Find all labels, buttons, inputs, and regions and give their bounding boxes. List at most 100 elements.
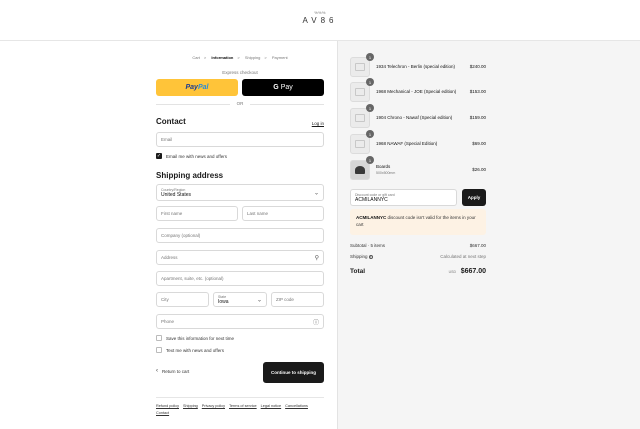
breadcrumb-separator: > [264, 55, 267, 60]
or-text: OR [236, 101, 244, 106]
privacy-policy-link[interactable]: Privacy policy [202, 403, 225, 410]
help-icon[interactable]: ? [368, 254, 373, 259]
shipping-row: Shipping? Calculated at next step [350, 254, 486, 259]
item-price: $240.00 [469, 64, 486, 69]
return-to-cart-link[interactable]: ‹ Return to cart [156, 368, 189, 374]
country-select[interactable]: Country/Region United States ⌄ [156, 184, 324, 201]
first-name-placeholder: First name [161, 211, 183, 216]
item-name: 1904 Chrono - Nawaf (Special edition) [376, 115, 453, 120]
login-link[interactable]: Log in [312, 121, 324, 126]
image-placeholder-icon [355, 114, 365, 122]
state-select[interactable]: State Iowa ⌄ [213, 292, 267, 307]
subtotal-value: $667.00 [469, 243, 486, 248]
continue-to-shipping-button[interactable]: Continue to shipping [263, 362, 324, 383]
address-field[interactable]: Address ⚲ [156, 250, 324, 265]
apartment-placeholder: Apartment, suite, etc. (optional) [161, 276, 224, 281]
email-field[interactable]: Email [156, 132, 324, 147]
subtotal-label: Subtotal · 5 items [350, 243, 386, 248]
subtotal-row: Subtotal · 5 items $667.00 [350, 243, 486, 248]
first-name-field[interactable]: First name [156, 206, 238, 221]
breadcrumb: Cart > Information > Shipping > Payment [156, 55, 324, 60]
company-placeholder: Company (optional) [161, 233, 201, 238]
item-price: $153.00 [469, 89, 486, 94]
zip-placeholder: ZIP code [276, 297, 294, 302]
refund-policy-link[interactable]: Refund policy [156, 403, 179, 410]
breadcrumb-information: Information [211, 55, 234, 60]
cancellations-link[interactable]: Cancellations [285, 403, 308, 410]
item-price: $159.00 [469, 115, 486, 120]
google-pay-button[interactable]: G Pay [242, 79, 324, 96]
quantity-badge: 1 [366, 130, 374, 138]
paypal-pay-text: Pay [185, 84, 198, 91]
total-value: $667.00 [460, 268, 486, 275]
policy-links: Refund policy Shipping Privacy policy Terms… [156, 403, 324, 417]
help-icon[interactable]: ⓘ [313, 317, 319, 326]
paypal-pal-text: Pal [197, 84, 209, 91]
shipping-address-heading: Shipping address [156, 171, 224, 180]
return-to-cart-label: Return to cart [162, 368, 190, 374]
newsletter-checkbox-row[interactable]: ✓ Email me with news and offers [156, 153, 227, 159]
newsletter-checkbox[interactable]: ✓ [156, 153, 162, 159]
logo-text: AV86 [302, 16, 338, 25]
discount-value: ACMILANNYC [355, 196, 388, 203]
line-item: 1 1934 Telechron - Berlin (special editi… [350, 53, 486, 77]
apartment-field[interactable]: Apartment, suite, etc. (optional) [156, 271, 324, 286]
breadcrumb-cart[interactable]: Cart [192, 55, 200, 60]
quantity-badge: 1 [366, 78, 374, 86]
item-price: $26.00 [472, 167, 486, 172]
checkout-main: Cart > Information > Shipping > Payment Exp… [0, 41, 337, 429]
store-logo[interactable]: %%% AV86 [0, 10, 640, 25]
text-me-label: Text me with news and offers [166, 347, 224, 353]
address-placeholder: Address [161, 255, 178, 260]
phone-field[interactable]: Phone ⓘ [156, 314, 324, 329]
legal-notice-link[interactable]: Legal notice [261, 403, 281, 410]
state-value: Iowa [218, 298, 229, 305]
item-variant: 500x500mm [376, 171, 396, 175]
zip-field[interactable]: ZIP code [271, 292, 324, 307]
shipping-value: Calculated at next step [440, 254, 486, 259]
text-me-checkbox-row[interactable]: Text me with news and offers [156, 347, 224, 353]
line-item: 1 1968 Mechanical - JOE (Special edition… [350, 78, 486, 102]
contact-link[interactable]: Contact [156, 410, 169, 417]
logo-mark: %%% [314, 10, 326, 15]
board-image-icon [355, 166, 365, 174]
item-price: $69.00 [472, 141, 486, 146]
save-info-label: Save this information for next time [166, 335, 235, 341]
save-info-checkbox[interactable] [156, 335, 162, 341]
total-row: Total USD $667.00 [350, 268, 486, 275]
city-field[interactable]: City [156, 292, 209, 307]
chevron-left-icon: ‹ [156, 368, 158, 374]
save-info-checkbox-row[interactable]: Save this information for next time [156, 335, 234, 341]
order-summary-column: 1 1934 Telechron - Berlin (special editi… [350, 41, 486, 429]
breadcrumb-separator: > [203, 55, 207, 60]
company-field[interactable]: Company (optional) [156, 228, 324, 243]
apply-discount-button[interactable]: Apply [462, 189, 486, 206]
email-placeholder: Email [161, 137, 173, 142]
last-name-placeholder: Last name [247, 211, 269, 216]
text-me-checkbox[interactable] [156, 347, 162, 353]
or-divider: OR [156, 101, 324, 107]
shipping-policy-link[interactable]: Shipping [183, 403, 198, 410]
alert-code: ACMILANNYC [356, 215, 387, 220]
breadcrumb-payment: Payment [271, 55, 288, 60]
chevron-down-icon: ⌄ [313, 190, 319, 196]
terms-of-service-link[interactable]: Terms of service [229, 403, 257, 410]
chevron-down-icon: ⌄ [256, 297, 262, 303]
last-name-field[interactable]: Last name [242, 206, 324, 221]
line-item: 1 1968 NAWAF (Special Edition) $69.00 [350, 130, 486, 154]
image-placeholder-icon [355, 140, 365, 148]
quantity-badge: 1 [366, 156, 374, 164]
image-placeholder-icon [355, 63, 365, 71]
item-name: 1968 Mechanical - JOE (Special edition) [376, 89, 457, 94]
currency-code: USD [448, 270, 456, 274]
paypal-button[interactable]: Pay Pal [156, 79, 238, 96]
line-item: 1 1904 Chrono - Nawaf (Special edition) … [350, 104, 486, 128]
item-name: Boards [376, 164, 391, 169]
discount-code-field[interactable]: Discount code or gift card ACMILANNYC [350, 189, 457, 206]
newsletter-label: Email me with news and offers [166, 153, 227, 159]
express-checkout-label: Express checkout [222, 70, 258, 75]
quantity-badge: 1 [366, 53, 374, 61]
item-name: 1934 Telechron - Berlin (special edition… [376, 64, 455, 69]
city-placeholder: City [161, 297, 169, 302]
search-icon: ⚲ [314, 255, 319, 261]
